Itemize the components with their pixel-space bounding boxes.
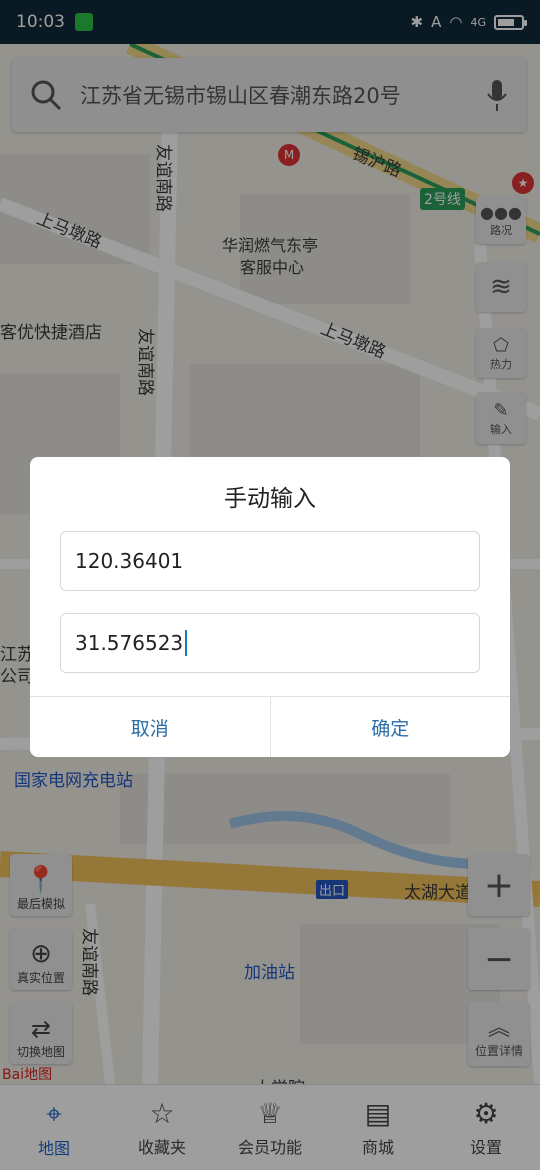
confirm-button[interactable]: 确定	[271, 697, 511, 757]
cancel-button[interactable]: 取消	[30, 697, 270, 757]
manual-input-dialog: 手动输入 120.36401 31.576523 取消 确定	[30, 457, 510, 757]
longitude-value: 120.36401	[75, 549, 184, 573]
dialog-title: 手动输入	[224, 486, 316, 512]
text-cursor	[185, 630, 188, 656]
latitude-value: 31.576523	[75, 631, 184, 655]
longitude-field[interactable]: 120.36401	[60, 531, 480, 591]
dialog-actions: 取消 确定	[30, 696, 510, 757]
latitude-field[interactable]: 31.576523	[60, 613, 480, 673]
